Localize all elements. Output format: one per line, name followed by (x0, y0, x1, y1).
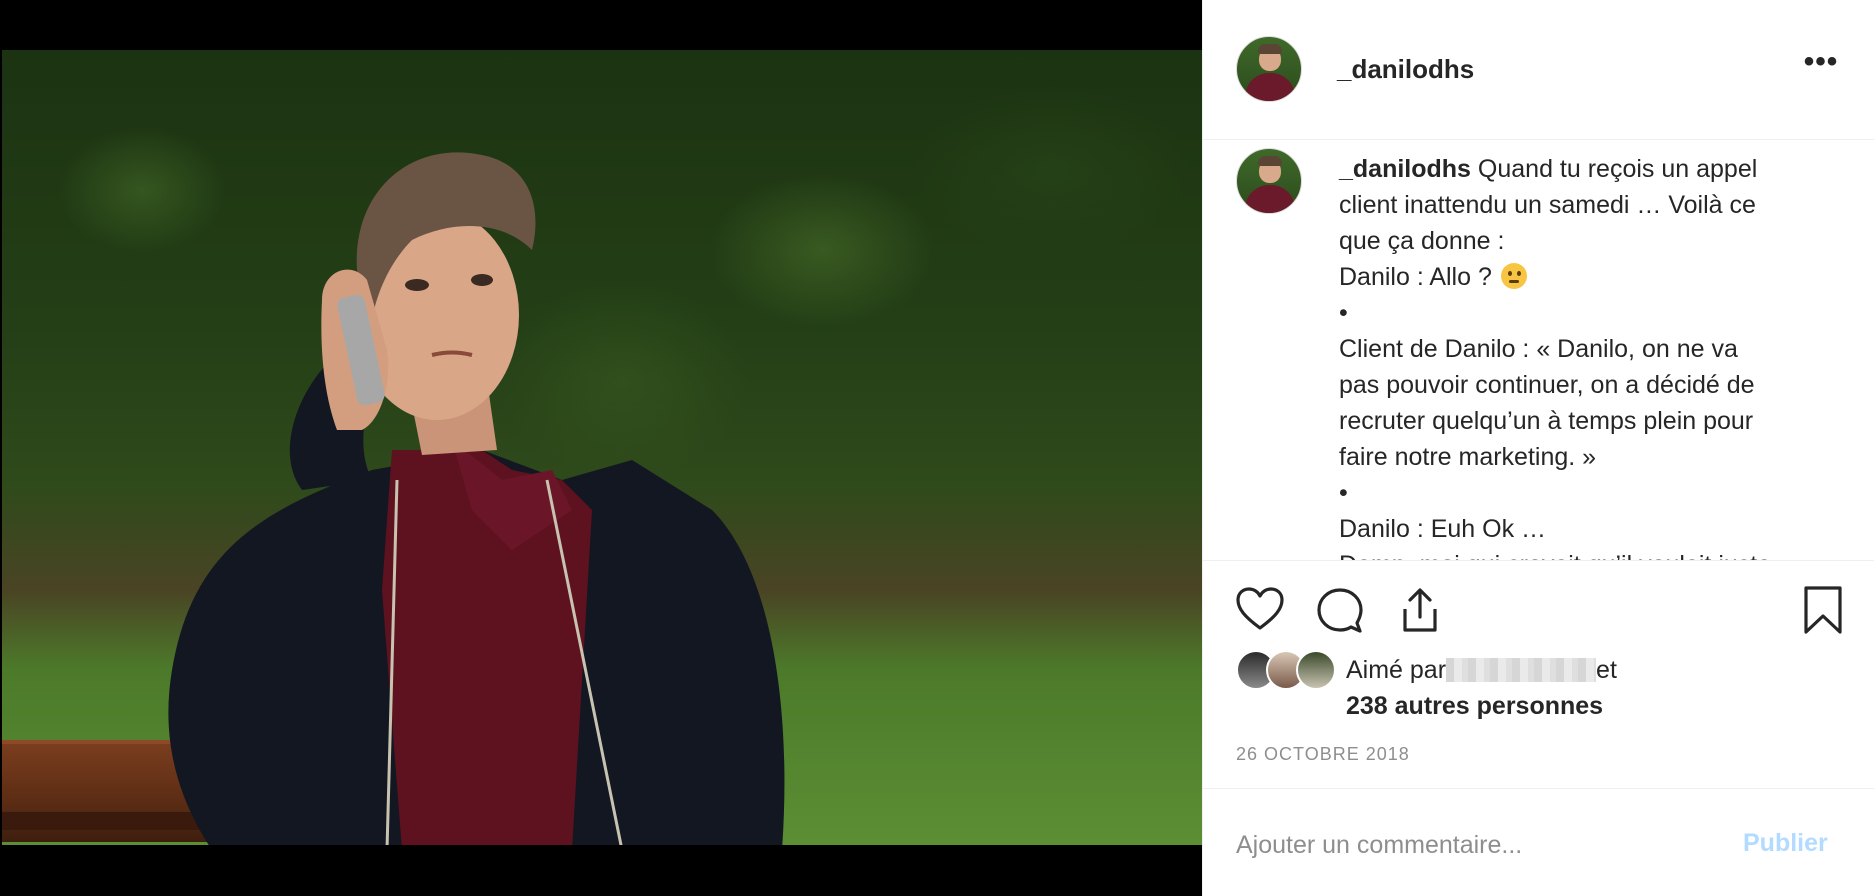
caption-line-text: Danilo : Allo ? (1339, 263, 1492, 291)
post-photo[interactable] (2, 50, 1202, 845)
bookmark-icon[interactable] (1798, 585, 1848, 635)
caption-line: client inattendu un samedi … Voilà ce (1339, 191, 1756, 219)
comment-input[interactable] (1236, 825, 1716, 865)
likes-count[interactable]: 238 autres personnes (1346, 692, 1603, 721)
post-header: _danilodhs ••• (1203, 0, 1874, 140)
caption-text: _danilodhs Quand tu reçois un appel clie… (1339, 151, 1839, 560)
post-actions-bar (1203, 585, 1874, 635)
liked-by-suffix: et (1596, 656, 1617, 684)
liked-by-prefix: Aimé par (1346, 656, 1447, 684)
man-on-phone-figure (168, 152, 785, 845)
caption-bullet: • (1339, 479, 1348, 507)
letterbox-bar (0, 845, 1202, 896)
more-options-icon[interactable]: ••• (1801, 47, 1841, 82)
likes-section: Aimé par et 238 autres personnes (1203, 650, 1874, 730)
caption-line: recruter quelqu’un à temps plein pour (1339, 407, 1754, 435)
comment-bar: Publier (1203, 788, 1874, 896)
liked-by-text: Aimé par et (1346, 656, 1617, 685)
liker-avatar (1296, 650, 1336, 690)
caption-author-avatar[interactable] (1236, 148, 1302, 214)
caption-line: que ça donne : (1339, 227, 1505, 255)
heart-icon[interactable] (1235, 585, 1285, 635)
caption-line: Danilo : Euh Ok … (1339, 515, 1547, 543)
avatar-torso (1245, 185, 1295, 213)
caption-line: Danilo : Allo ? (1339, 259, 1839, 295)
author-avatar[interactable] (1236, 36, 1302, 102)
caption-line: faire notre marketing. » (1339, 443, 1597, 471)
post-date[interactable]: 26 OCTOBRE 2018 (1236, 744, 1410, 765)
liker-avatars[interactable] (1236, 650, 1346, 692)
post-media-pane (0, 0, 1202, 896)
publish-button[interactable]: Publier (1743, 829, 1828, 858)
share-icon[interactable] (1395, 585, 1445, 635)
caption-username[interactable]: _danilodhs (1339, 155, 1471, 183)
caption-section: _danilodhs Quand tu reçois un appel clie… (1203, 141, 1874, 561)
post-side-panel: _danilodhs ••• _danilodhs Quand tu reçoi… (1202, 0, 1874, 896)
caption-line: Client de Danilo : « Danilo, on ne va (1339, 335, 1738, 363)
caption-line: _danilodhs Quand tu reçois un appel (1339, 151, 1839, 187)
redacted-username[interactable] (1446, 658, 1597, 682)
caption-line: pas pouvoir continuer, on a décidé de (1339, 371, 1755, 399)
author-username[interactable]: _danilodhs (1337, 54, 1474, 85)
comment-bubble-icon[interactable] (1315, 585, 1365, 635)
caption-line-text: Quand tu reçois un appel (1477, 155, 1758, 183)
avatar-hair (1258, 156, 1282, 166)
thinking-face-emoji (1500, 263, 1527, 289)
avatar-torso (1245, 73, 1295, 101)
caption-line: Damn, moi qui croyait qu’il voulait just… (1339, 547, 1839, 560)
caption-bullet: • (1339, 299, 1348, 327)
avatar-hair (1258, 44, 1282, 54)
